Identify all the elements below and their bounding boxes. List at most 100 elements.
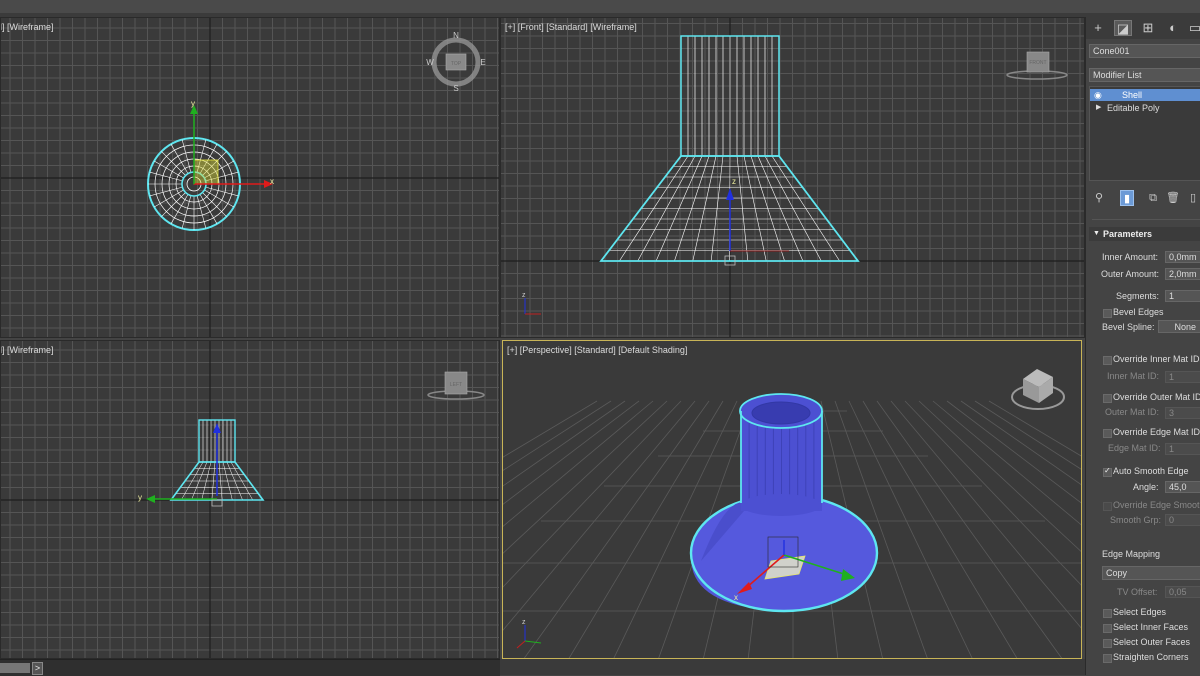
override-outer-checkbox[interactable]: [1103, 394, 1112, 403]
edge-mapping-dropdown[interactable]: Copy: [1102, 566, 1200, 580]
viewcube-left[interactable]: LEFT: [427, 371, 485, 400]
motion-tab-icon[interactable]: ◐: [1164, 20, 1182, 36]
time-slider[interactable]: >: [0, 659, 500, 676]
menu-strip: [0, 0, 1200, 13]
override-inner-label: Override Inner Mat ID: [1113, 354, 1200, 364]
bevel-spline-button[interactable]: None: [1158, 320, 1200, 333]
modifier-list-dropdown[interactable]: Modifier List: [1089, 68, 1200, 82]
y-axis-label: y: [191, 99, 195, 108]
perspective-viewport-canvas: x z: [503, 369, 1081, 658]
time-slider-thumb[interactable]: [0, 663, 30, 673]
viewcube-label-front: FRONT: [1029, 60, 1046, 66]
left-viewport-canvas: y LEFT: [1, 341, 499, 658]
bevel-edges-label: Bevel Edges: [1113, 307, 1164, 317]
override-edge-label: Override Edge Mat ID: [1113, 427, 1200, 437]
override-edge-smooth-checkbox[interactable]: [1103, 502, 1112, 511]
select-edges-label: Select Edges: [1113, 607, 1167, 617]
viewport-label-front[interactable]: [+] [Front] [Standard] [Wireframe]: [505, 22, 637, 32]
viewcube-label-top: TOP: [451, 61, 462, 67]
inner-mat-id-label: Inner Mat ID:: [1107, 371, 1160, 381]
tripod-z-persp: z: [522, 619, 526, 626]
compass-e: E: [480, 58, 485, 67]
viewcube-perspective[interactable]: [1011, 369, 1065, 410]
override-outer-label: Override Outer Mat ID: [1113, 392, 1200, 402]
smooth-grp-spinner[interactable]: 0: [1165, 514, 1200, 526]
segments-spinner[interactable]: 1: [1165, 290, 1200, 302]
stack-toolbar: ⚲ ▮ ⧉ 🗑 ▯: [1086, 189, 1200, 209]
select-outer-faces-label: Select Outer Faces: [1113, 637, 1191, 647]
auto-smooth-label: Auto Smooth Edge: [1113, 466, 1189, 476]
object-name-field[interactable]: Cone001: [1089, 44, 1200, 58]
compass-w: W: [426, 58, 434, 67]
parameters-rollout[interactable]: ▼ Parameters: [1089, 227, 1200, 241]
viewport-perspective[interactable]: x z [+] [Perspective] [Standard] [Defaul…: [502, 340, 1082, 659]
viewport-front[interactable]: z FRONT z [+] [Front] [Standard] [Wirefr…: [500, 17, 1085, 338]
edge-mapping-label: Edge Mapping: [1102, 549, 1161, 559]
divider: [1092, 219, 1200, 220]
straighten-corners-label: Straighten Corners: [1113, 652, 1189, 662]
select-edges-checkbox[interactable]: [1103, 609, 1112, 618]
tv-offset-label: TV Offset:: [1117, 587, 1158, 597]
edge-mat-id-spinner[interactable]: 1: [1165, 443, 1200, 455]
outer-amount-label: Outer Amount:: [1101, 269, 1160, 279]
override-edge-smooth-label: Override Edge Smooth: [1113, 500, 1200, 510]
expand-arrow-icon[interactable]: ▶: [1096, 102, 1101, 114]
modify-tab-icon[interactable]: ◪: [1114, 20, 1132, 36]
command-panel: + ◪ ⊞ ◐ ▭ Cone001 Modifier List ◉ Shell …: [1085, 17, 1200, 675]
command-panel-tabs: + ◪ ⊞ ◐ ▭: [1086, 17, 1200, 39]
stack-item-editable-poly[interactable]: ▶ Editable Poly: [1090, 102, 1200, 114]
tripod-z-front: z: [522, 292, 526, 299]
eye-icon[interactable]: ◉: [1094, 89, 1102, 101]
override-inner-checkbox[interactable]: [1103, 356, 1112, 365]
title-strip: [0, 0, 1200, 18]
axis-tripod-persp: z: [516, 619, 542, 649]
compass-n: N: [453, 31, 459, 40]
stack-item-label: Editable Poly: [1107, 103, 1160, 113]
make-unique-icon[interactable]: ⧉: [1146, 190, 1160, 206]
angle-spinner[interactable]: 45,0: [1165, 481, 1200, 493]
outer-amount-spinner[interactable]: 2,0mm: [1165, 268, 1200, 280]
status-area: [500, 659, 1085, 675]
select-inner-faces-checkbox[interactable]: [1103, 624, 1112, 633]
bevel-spline-label: Bevel Spline:: [1102, 322, 1155, 332]
display-tab-icon[interactable]: ▭: [1186, 20, 1200, 36]
rollout-collapse-icon: ▼: [1093, 230, 1100, 237]
outer-mat-id-label: Outer Mat ID:: [1105, 407, 1160, 417]
edge-mat-id-label: Edge Mat ID:: [1108, 443, 1161, 453]
tv-offset-spinner[interactable]: 0,05: [1165, 586, 1200, 598]
modifier-stack: ◉ Shell ▶ Editable Poly: [1089, 86, 1200, 181]
x-axis-label: x: [270, 177, 274, 186]
segments-label: Segments:: [1116, 291, 1160, 301]
inner-amount-spinner[interactable]: 0,0mm: [1165, 251, 1200, 263]
x-axis-label-persp: x: [734, 593, 738, 602]
select-outer-faces-checkbox[interactable]: [1103, 639, 1112, 648]
viewport-label-perspective[interactable]: [+] [Perspective] [Standard] [Default Sh…: [507, 345, 687, 355]
stack-item-label: Shell: [1122, 90, 1143, 100]
next-frame-button[interactable]: >: [32, 662, 43, 675]
hierarchy-tab-icon[interactable]: ⊞: [1139, 20, 1157, 36]
override-edge-checkbox[interactable]: [1103, 429, 1112, 438]
bevel-edges-checkbox[interactable]: [1103, 309, 1112, 318]
outer-mat-id-spinner[interactable]: 3: [1165, 407, 1200, 419]
angle-label: Angle:: [1133, 482, 1159, 492]
configure-sets-icon[interactable]: ▯: [1186, 190, 1200, 206]
inner-amount-label: Inner Amount:: [1102, 252, 1159, 262]
select-inner-faces-label: Select Inner Faces: [1113, 622, 1189, 632]
viewport-top[interactable]: x y TOP N S E W d] [Wireframe]: [0, 17, 500, 338]
viewport-label-top[interactable]: d] [Wireframe]: [1, 22, 54, 32]
stack-item-shell[interactable]: ◉ Shell: [1090, 89, 1200, 101]
smooth-grp-label: Smooth Grp:: [1110, 515, 1162, 525]
remove-modifier-icon[interactable]: 🗑: [1166, 190, 1180, 206]
front-viewport-canvas: z FRONT z: [501, 18, 1084, 337]
viewport-label-left[interactable]: d] [Wireframe]: [1, 345, 54, 355]
y-axis-label-left: y: [138, 493, 142, 502]
viewcube-front[interactable]: FRONT: [1006, 51, 1068, 80]
compass-s: S: [453, 84, 458, 93]
straighten-corners-checkbox[interactable]: [1103, 654, 1112, 663]
viewport-left[interactable]: y LEFT d] [Wireframe]: [0, 340, 500, 659]
create-tab-icon[interactable]: +: [1089, 20, 1107, 36]
show-end-result-icon[interactable]: ▮: [1120, 190, 1134, 206]
pin-stack-icon[interactable]: ⚲: [1092, 190, 1106, 206]
auto-smooth-checkbox[interactable]: [1103, 466, 1112, 477]
inner-mat-id-spinner[interactable]: 1: [1165, 371, 1200, 383]
